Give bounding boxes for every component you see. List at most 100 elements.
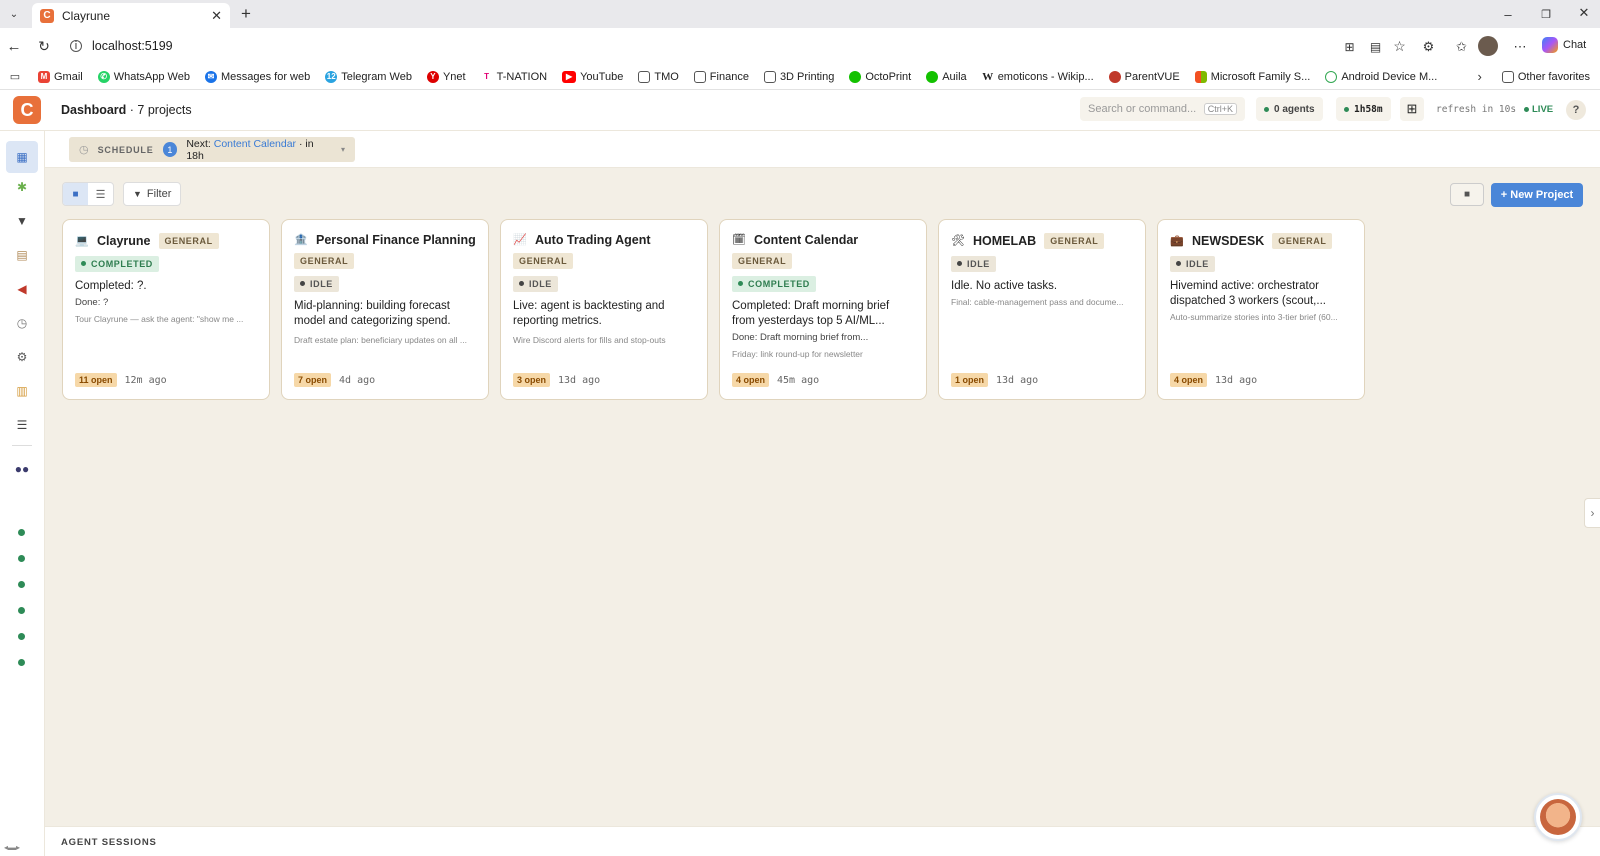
bookmark-telegram[interactable]: 12 Telegram Web — [325, 70, 412, 83]
bookmark-folder-3d-printing[interactable]: 3D Printing — [763, 70, 834, 83]
bookmark-folder-finance[interactable]: Finance — [693, 70, 749, 83]
sidebar-status-dot[interactable] — [18, 529, 25, 536]
project-next-task: Auto-summarize stories into 3-tier brief… — [1170, 311, 1338, 322]
url-bar[interactable]: i localhost:5199 — [62, 34, 1402, 58]
sidebar-status-dot[interactable] — [18, 633, 25, 640]
messages-icon: ✉ — [204, 70, 217, 83]
more-options-icon[interactable]: ⋯ — [1512, 39, 1528, 54]
layout-grid-icon[interactable]: ⊞ — [1400, 97, 1424, 121]
bookmark-youtube[interactable]: ▶ YouTube — [562, 70, 623, 83]
collections-icon[interactable]: ▭ — [8, 70, 22, 83]
bookmark-whatsapp[interactable]: ✆ WhatsApp Web — [97, 70, 190, 83]
gmail-icon: M — [38, 70, 50, 83]
bookmark-label: Finance — [709, 70, 749, 83]
extensions-icon[interactable]: ⚙ — [1421, 39, 1436, 54]
profile-avatar[interactable] — [1478, 36, 1498, 56]
last-updated: 13d ago — [1215, 374, 1258, 386]
other-favorites-label: Other favorites — [1517, 70, 1590, 83]
sidebar-status-dot[interactable] — [18, 581, 25, 588]
app-available-icon[interactable]: ⊞ — [1342, 39, 1357, 54]
status-dot-icon — [81, 261, 86, 266]
reload-icon[interactable]: ↻ — [36, 38, 52, 54]
toggle-panel-icon[interactable]: ■ — [1450, 183, 1484, 206]
project-card-newsdesk[interactable]: 💼 NEWSDESK GENERAL IDLE Hivemind active: o… — [1157, 219, 1365, 400]
sidebar-glasses-icon[interactable]: ●● — [10, 457, 34, 481]
view-toggle: ■ ☰ — [62, 182, 114, 206]
bookmark-gmail[interactable]: M Gmail — [38, 70, 83, 83]
site-info-icon[interactable]: i — [70, 40, 82, 52]
list-view-icon[interactable]: ☰ — [88, 183, 113, 205]
other-favorites[interactable]: Other favorites — [1501, 70, 1590, 83]
project-card-homelab[interactable]: 🛠 HOMELAB GENERAL IDLE Idle. No active tas… — [938, 219, 1146, 400]
schedule-chip[interactable]: ◷ SCHEDULE 1 Next: Content Calendar · in… — [69, 137, 355, 162]
filter-button[interactable]: ▼ Filter — [123, 182, 182, 206]
restore-icon[interactable]: ❐ — [1538, 6, 1554, 22]
grid-view-icon[interactable]: ■ — [63, 183, 88, 205]
new-project-button[interactable]: + New Project — [1491, 183, 1583, 207]
project-card-personal-finance[interactable]: 🏦 Personal Finance Planning GENERAL IDLE … — [281, 219, 489, 400]
schedule-next-link[interactable]: Content Calendar — [214, 138, 296, 150]
bank-icon: 🏦 — [294, 234, 308, 246]
bookmark-octoprint[interactable]: OctoPrint — [849, 70, 911, 83]
bookmark-wikipedia[interactable]: Wemoticons - Wikip... — [981, 70, 1094, 83]
chat-button[interactable]: Chat — [1542, 37, 1586, 53]
clock-icon: ◷ — [79, 144, 89, 156]
sidebar-scroll-handle[interactable]: ◂▬▸ — [4, 843, 20, 852]
bookmark-folder-tmo[interactable]: TMO — [638, 70, 679, 83]
status-dot-icon — [957, 261, 962, 266]
bookmark-tnation[interactable]: T T-NATION — [480, 70, 547, 83]
project-card-content-calendar[interactable]: 🗓 Content Calendar GENERAL COMPLETED Comp… — [719, 219, 927, 400]
project-card-clayrune[interactable]: 💻 Clayrune GENERAL COMPLETED Completed: ?.… — [62, 219, 270, 400]
sidebar-timer-icon[interactable]: ◷ — [10, 311, 34, 335]
card-footer: 3 open 13d ago — [513, 373, 600, 387]
bookmark-label: ParentVUE — [1124, 70, 1180, 83]
open-count-badge: 3 open — [513, 373, 551, 387]
sidebar-clipboard-icon[interactable]: ▤ — [10, 243, 34, 267]
bookmark-android-device[interactable]: Android Device M... — [1325, 70, 1437, 83]
agents-status[interactable]: 0 agents — [1256, 97, 1323, 121]
minimize-icon[interactable]: – — [1500, 6, 1516, 22]
ynet-icon: Y — [426, 70, 439, 83]
sidebar-puzzle-icon[interactable]: ✱ — [10, 175, 34, 199]
sidebar-dashboard-icon[interactable]: ▦ — [6, 141, 38, 173]
browser-tab[interactable]: C Clayrune ✕ — [32, 3, 230, 28]
status-dot-icon — [1264, 106, 1269, 112]
sidebar-megaphone-icon[interactable]: ◀ — [10, 277, 34, 301]
new-tab-icon[interactable]: + — [236, 4, 256, 24]
project-description: Idle. No active tasks. — [951, 279, 1058, 292]
expand-panel-chevron-icon[interactable]: › — [1584, 498, 1600, 528]
browser-tabstrip: ⌄ C Clayrune ✕ + – ❐ ✕ — [0, 0, 1600, 28]
bookmark-microsoft-family[interactable]: Microsoft Family S... — [1194, 70, 1310, 83]
sidebar-status-dot[interactable] — [18, 555, 25, 562]
schedule-chevron-icon[interactable]: ▾ — [341, 145, 345, 154]
help-button[interactable]: ? — [1566, 100, 1586, 120]
favorite-star-icon[interactable]: ☆ — [1392, 38, 1407, 54]
project-card-auto-trading[interactable]: 📈 Auto Trading Agent GENERAL IDLE Live: a… — [500, 219, 708, 400]
close-window-icon[interactable]: ✕ — [1576, 5, 1592, 21]
favorites-icon[interactable]: ✩ — [1454, 39, 1469, 54]
more-bookmarks-chevron-icon[interactable]: › — [1478, 69, 1482, 84]
status-dot-icon — [300, 281, 305, 286]
sidebar-pin-icon[interactable]: ▼ — [10, 209, 34, 233]
back-icon[interactable]: ← — [6, 38, 22, 55]
bookmark-label: Gmail — [54, 70, 83, 83]
agent-sessions-bar[interactable]: AGENT SESSIONS — [45, 826, 1600, 856]
project-next-task: Tour Clayrune — ask the agent: "show me … — [75, 313, 244, 324]
bookmark-auila[interactable]: Auila — [926, 70, 967, 83]
app-logo[interactable]: C — [13, 96, 41, 124]
assistant-avatar[interactable] — [1534, 793, 1582, 841]
sidebar-scroll-icon[interactable]: ▥ — [10, 379, 34, 403]
tools-icon: 🛠 — [951, 235, 965, 247]
tab-list-chevron-icon[interactable]: ⌄ — [6, 6, 22, 22]
sidebar-status-dot[interactable] — [18, 659, 25, 666]
search-command-input[interactable]: Search or command... Ctrl+K — [1080, 97, 1245, 121]
sidebar-settings-icon[interactable]: ⚙ — [10, 345, 34, 369]
bookmark-parentvue[interactable]: ParentVUE — [1108, 70, 1180, 83]
bookmark-ynet[interactable]: Y Ynet — [426, 70, 466, 83]
reading-view-icon[interactable]: ▤ — [1368, 39, 1383, 54]
copilot-icon — [1542, 37, 1558, 53]
bookmark-messages[interactable]: ✉ Messages for web — [204, 70, 310, 83]
sidebar-list-icon[interactable]: ☰ — [10, 413, 34, 437]
close-tab-icon[interactable]: ✕ — [211, 8, 222, 24]
sidebar-status-dot[interactable] — [18, 607, 25, 614]
